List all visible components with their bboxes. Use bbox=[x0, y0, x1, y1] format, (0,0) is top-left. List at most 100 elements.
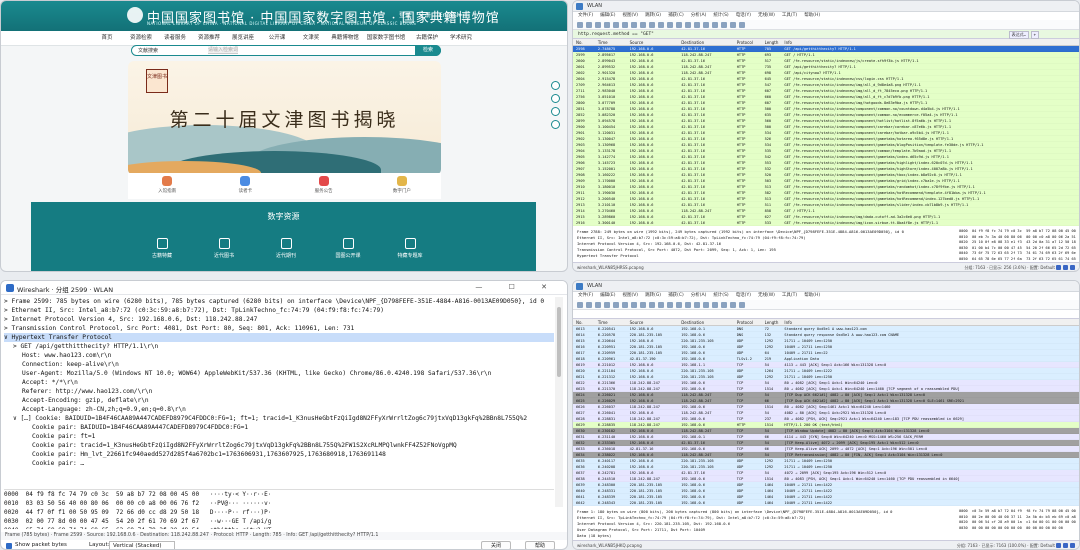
display-filter-input[interactable]: http.request.method == "GET" 表达式… + bbox=[573, 30, 1079, 39]
first-icon[interactable] bbox=[676, 302, 682, 308]
tree-node[interactable]: > Internet Protocol Version 4, Src: 192.… bbox=[4, 315, 554, 324]
menu-item[interactable]: 视图(V) bbox=[622, 12, 638, 20]
autoscroll-icon[interactable] bbox=[694, 302, 700, 308]
save-icon[interactable] bbox=[613, 22, 619, 28]
quick-link[interactable]: 入馆指南 bbox=[128, 173, 206, 199]
start-capture-icon[interactable] bbox=[577, 22, 583, 28]
tree-node[interactable]: Cookie pair: … bbox=[4, 459, 554, 468]
side-tool-icon[interactable] bbox=[551, 94, 560, 103]
menu-item[interactable]: 电话(Y) bbox=[736, 292, 751, 300]
tree-node[interactable]: Connection: keep-alive\r\n bbox=[4, 360, 554, 369]
menu-item[interactable]: 工具(T) bbox=[782, 12, 797, 20]
menu-item[interactable]: 帮助(H) bbox=[804, 12, 820, 20]
search-type-select[interactable]: 文献搜索 bbox=[138, 47, 158, 54]
last-icon[interactable] bbox=[685, 302, 691, 308]
scrollbar[interactable] bbox=[555, 297, 563, 507]
column-header[interactable]: Info bbox=[781, 39, 1079, 45]
open-icon[interactable] bbox=[604, 22, 610, 28]
stop-capture-icon[interactable] bbox=[586, 22, 592, 28]
display-filter-input[interactable] bbox=[573, 310, 1079, 319]
tree-node[interactable]: Referer: http://www.hao123.com/\r\n bbox=[4, 387, 554, 396]
close-icon[interactable] bbox=[622, 22, 628, 28]
tree-node[interactable]: Cookie pair: Hm_lvt_22661fc940aedd527d28… bbox=[4, 450, 554, 459]
side-tool-icon[interactable] bbox=[551, 81, 560, 90]
register-link[interactable]: 注册 bbox=[419, 12, 431, 19]
nav-item[interactable]: 资源推荐 bbox=[192, 31, 226, 45]
menu-item[interactable]: 无线(W) bbox=[758, 12, 775, 20]
zoom-out-icon[interactable] bbox=[721, 22, 727, 28]
menu-item[interactable]: 编辑(E) bbox=[600, 12, 615, 20]
forward-icon[interactable] bbox=[658, 302, 664, 308]
resource-item[interactable]: 国图公开课 bbox=[317, 238, 379, 259]
nav-item[interactable]: 古籍保护 bbox=[410, 31, 444, 45]
column-header[interactable]: No. bbox=[573, 39, 595, 45]
nav-item[interactable]: 国家数字图书馆 bbox=[362, 31, 410, 45]
goto-icon[interactable] bbox=[667, 22, 673, 28]
first-icon[interactable] bbox=[676, 22, 682, 28]
zoom-out-icon[interactable] bbox=[721, 302, 727, 308]
restart-icon[interactable] bbox=[595, 22, 601, 28]
tree-node[interactable]: > Ethernet II, Src: Intel_a8:b7:72 (c0:3… bbox=[4, 306, 554, 315]
stop-capture-icon[interactable] bbox=[586, 302, 592, 308]
detail-line[interactable]: Data (18 bytes) bbox=[577, 533, 957, 539]
column-header[interactable]: Protocol bbox=[734, 39, 762, 45]
column-header[interactable]: Destination bbox=[678, 39, 734, 45]
column-header[interactable]: Source bbox=[627, 319, 679, 325]
tree-node[interactable]: > Frame 2599: 785 bytes on wire (6280 bi… bbox=[4, 297, 554, 306]
scrollbar-thumb[interactable] bbox=[557, 307, 561, 377]
resize-columns-icon[interactable] bbox=[739, 22, 745, 28]
menu-item[interactable]: 统计(S) bbox=[713, 12, 728, 20]
tree-node[interactable]: Accept-Encoding: gzip, deflate\r\n bbox=[4, 396, 554, 405]
menu-item[interactable]: 视图(V) bbox=[622, 292, 638, 300]
tree-node[interactable]: Cookie pair: BAIDUID=1B4F46CAA89A447CADE… bbox=[4, 423, 554, 432]
last-icon[interactable] bbox=[685, 22, 691, 28]
layout-select[interactable]: Vertical (Stacked) bbox=[109, 541, 175, 549]
menu-item[interactable]: 工具(T) bbox=[782, 292, 797, 300]
tree-node[interactable]: Cookie pair: ft=1 bbox=[4, 432, 554, 441]
nav-item[interactable]: 公开课 bbox=[260, 31, 294, 45]
nav-item[interactable]: 资源检索 bbox=[124, 31, 158, 45]
back-icon[interactable] bbox=[649, 22, 655, 28]
column-header[interactable]: Protocol bbox=[734, 319, 762, 325]
packet-row[interactable]: 2916 3.300140 192.168.0.6 42.81.37.16 HTTP 53… bbox=[573, 220, 1079, 226]
tree-node[interactable]: > GET /api/getthitthecity? HTTP/1.1\r\n bbox=[4, 342, 554, 351]
menu-item[interactable]: 分析(A) bbox=[691, 292, 707, 300]
tree-node[interactable]: Accept-Language: zh-CN,zh;q=0.9,en;q=0.8… bbox=[4, 405, 554, 414]
menu-item[interactable]: 无线(W) bbox=[758, 292, 775, 300]
autoscroll-icon[interactable] bbox=[694, 22, 700, 28]
back-icon[interactable] bbox=[649, 302, 655, 308]
tree-node[interactable]: ∨ […] Cookie: BAIDUID=1B4F46CAA89A447CAD… bbox=[4, 414, 554, 423]
side-tool-icon[interactable] bbox=[551, 120, 560, 129]
english-link[interactable]: English bbox=[439, 12, 461, 19]
nav-item[interactable]: 读者服务 bbox=[158, 31, 192, 45]
detail-line[interactable]: Hypertext Transfer Protocol bbox=[577, 253, 957, 259]
tree-node[interactable]: User-Agent: Mozilla/5.0 (Windows NT 10.0… bbox=[4, 369, 554, 378]
colorize-icon[interactable] bbox=[703, 22, 709, 28]
add-filter-button[interactable]: + bbox=[1030, 31, 1039, 39]
column-header[interactable]: Info bbox=[781, 319, 1079, 325]
search-icon[interactable] bbox=[640, 22, 646, 28]
zoom-reset-icon[interactable] bbox=[730, 22, 736, 28]
goto-icon[interactable] bbox=[667, 302, 673, 308]
login-link[interactable]: 登录 bbox=[399, 12, 411, 19]
menu-item[interactable]: 文件(F) bbox=[578, 292, 593, 300]
zoom-in-icon[interactable] bbox=[712, 302, 718, 308]
menu-item[interactable]: 分析(A) bbox=[691, 12, 707, 20]
search-input[interactable]: 请输入检索词 bbox=[208, 47, 239, 54]
menu-item[interactable]: 电话(Y) bbox=[736, 12, 751, 20]
reload-icon[interactable] bbox=[631, 302, 637, 308]
column-header[interactable]: No. bbox=[573, 319, 595, 325]
tree-node[interactable]: > Transmission Control Protocol, Src Por… bbox=[4, 324, 554, 333]
search-icon[interactable] bbox=[640, 302, 646, 308]
menu-item[interactable]: 捕获(C) bbox=[668, 292, 684, 300]
banner[interactable]: 文津图书 第二十届文津图书揭晓 bbox=[128, 61, 441, 175]
colorize-icon[interactable] bbox=[703, 302, 709, 308]
resize-columns-icon[interactable] bbox=[739, 302, 745, 308]
zoom-reset-icon[interactable] bbox=[730, 302, 736, 308]
side-tool-icon[interactable] bbox=[551, 107, 560, 116]
expression-button[interactable]: 表达式… bbox=[1008, 31, 1029, 39]
close-button[interactable]: 关闭 bbox=[481, 541, 511, 549]
nav-item[interactable]: 文津奖 bbox=[294, 31, 328, 45]
menu-item[interactable]: 编辑(E) bbox=[600, 292, 615, 300]
help-button[interactable]: 帮助 bbox=[525, 541, 555, 549]
